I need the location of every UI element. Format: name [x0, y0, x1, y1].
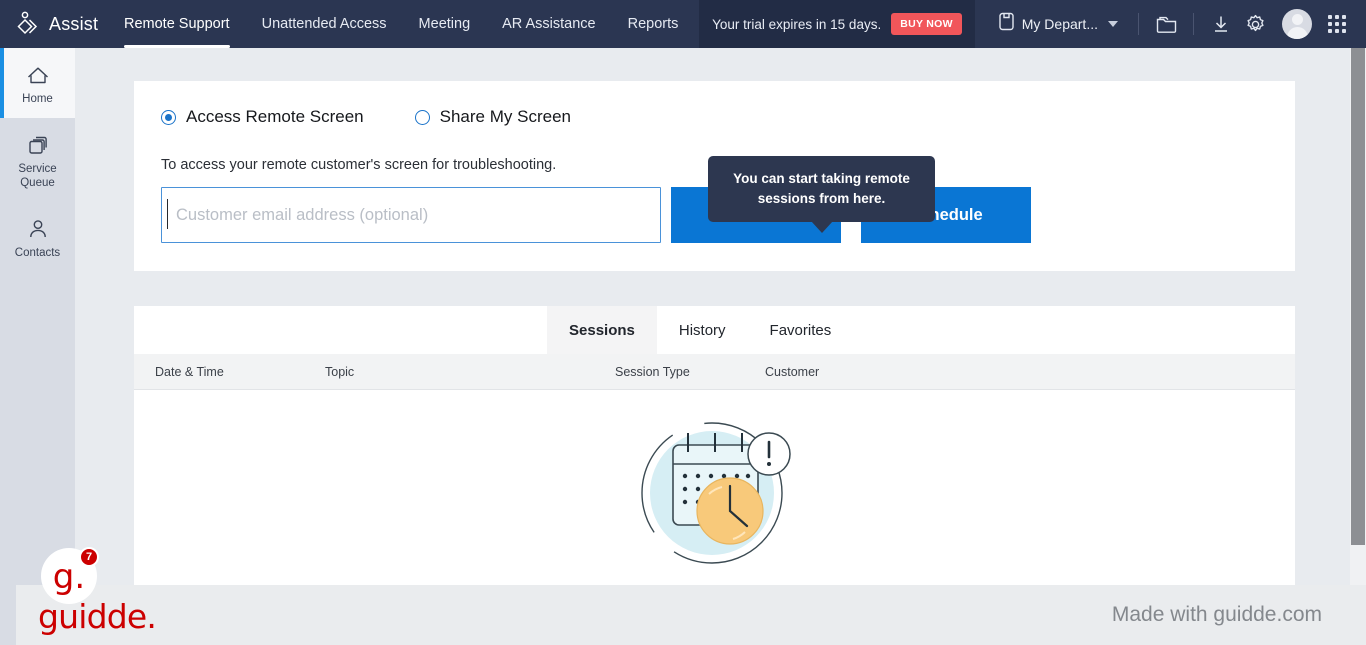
nav-meeting[interactable]: Meeting	[403, 0, 487, 48]
table-header-row: Date & Time Topic Session Type Customer	[134, 354, 1295, 390]
tab-label: History	[678, 321, 726, 339]
customer-email-input[interactable]	[161, 187, 661, 243]
person-icon	[4, 216, 71, 242]
chevron-down-icon	[1108, 21, 1118, 27]
main-nav: Remote Support Unattended Access Meeting…	[108, 0, 694, 48]
start-session-card: Access Remote Screen Share My Screen To …	[134, 81, 1295, 271]
radio-label: Share My Screen	[439, 107, 571, 126]
brand[interactable]: Assist	[0, 11, 108, 37]
radio-label: Access Remote Screen	[186, 107, 364, 126]
made-with-guidde-label: Made with guidde.com	[1111, 603, 1322, 626]
column-header-topic: Topic	[325, 365, 355, 379]
layers-icon	[4, 132, 71, 158]
radio-share-my-screen[interactable]: Share My Screen	[414, 107, 571, 127]
column-header-customer: Customer	[765, 365, 820, 379]
sidebar-label: Home	[22, 93, 53, 105]
brand-name: Assist	[49, 13, 99, 34]
column-header-session-type: Session Type	[615, 365, 690, 379]
guidde-badge-count: 7	[79, 547, 99, 567]
nav-label: Unattended Access	[261, 16, 387, 32]
department-selector[interactable]: My Depart...	[985, 12, 1128, 36]
radio-button-icon[interactable]	[161, 109, 176, 125]
text-cursor	[167, 199, 168, 229]
tabs: Sessions History Favorites	[547, 306, 853, 354]
tab-label: Favorites	[769, 321, 832, 339]
home-icon	[4, 62, 71, 88]
onboarding-tooltip: You can start taking remote sessions fro…	[708, 156, 935, 222]
download-icon[interactable]	[1204, 7, 1238, 41]
tab-label: Sessions	[569, 321, 635, 339]
tab-bar: Sessions History Favorites	[134, 306, 1295, 354]
sidebar-item-home[interactable]: Home	[0, 48, 75, 118]
column-header-date-time: Date & Time	[155, 365, 224, 379]
assist-diamond-logo-icon	[14, 11, 40, 37]
nav-ar-assistance[interactable]: AR Assistance	[486, 0, 612, 48]
screen-mode-radio-group: Access Remote Screen Share My Screen	[161, 107, 571, 127]
nav-label: Meeting	[418, 16, 471, 32]
tab-favorites[interactable]: Favorites	[748, 306, 854, 354]
tooltip-text: You can start taking remote sessions fro…	[733, 171, 910, 206]
divider	[1193, 13, 1194, 35]
sidebar-label: Contacts	[14, 247, 61, 259]
nav-remote-support[interactable]: Remote Support	[108, 0, 246, 48]
header-actions: My Depart...	[985, 0, 1366, 48]
gear-icon[interactable]	[1238, 7, 1272, 41]
card-description: To access your remote customer's screen …	[161, 157, 557, 173]
radio-access-remote-screen[interactable]: Access Remote Screen	[161, 107, 364, 127]
trial-message: Your trial expires in 15 days.	[712, 16, 882, 32]
nav-unattended-access[interactable]: Unattended Access	[246, 0, 403, 48]
nav-label: Reports	[627, 16, 679, 32]
trial-banner: Your trial expires in 15 days. BUY NOW	[699, 0, 975, 48]
apps-grid-icon[interactable]	[1320, 7, 1354, 41]
sidebar-item-service-queue[interactable]: Service Queue	[0, 118, 75, 202]
tab-history[interactable]: History	[657, 306, 748, 354]
avatar[interactable]	[1282, 9, 1312, 39]
guidde-badge[interactable]: g. 7	[41, 547, 99, 604]
vertical-scrollbar-thumb[interactable]	[1351, 48, 1365, 545]
sidebar-label: Service Queue	[18, 163, 57, 189]
calendar-clock-alert-illustration-icon	[630, 408, 800, 583]
tab-sessions[interactable]: Sessions	[547, 306, 657, 354]
department-label: My Depart...	[1021, 16, 1098, 32]
sidebar-item-contacts[interactable]: Contacts	[0, 202, 75, 272]
divider	[1138, 13, 1139, 35]
radio-button-icon[interactable]	[414, 109, 430, 125]
guidde-badge-letter: g.	[52, 557, 86, 597]
folder-icon[interactable]	[1149, 7, 1183, 41]
nav-label: AR Assistance	[502, 16, 596, 32]
app-root: Assist Remote Support Unattended Access …	[0, 0, 1366, 645]
main-content: Access Remote Screen Share My Screen To …	[75, 48, 1358, 645]
nav-label: Remote Support	[124, 16, 230, 32]
guidde-wordmark: guidde.	[38, 597, 157, 636]
buy-now-button[interactable]: BUY NOW	[891, 13, 962, 35]
nav-reports[interactable]: Reports	[612, 0, 695, 48]
top-header: Assist Remote Support Unattended Access …	[0, 0, 1366, 48]
guidde-footer: guidde. Made with guidde.com	[16, 585, 1366, 645]
clipboard-icon	[999, 12, 1014, 36]
